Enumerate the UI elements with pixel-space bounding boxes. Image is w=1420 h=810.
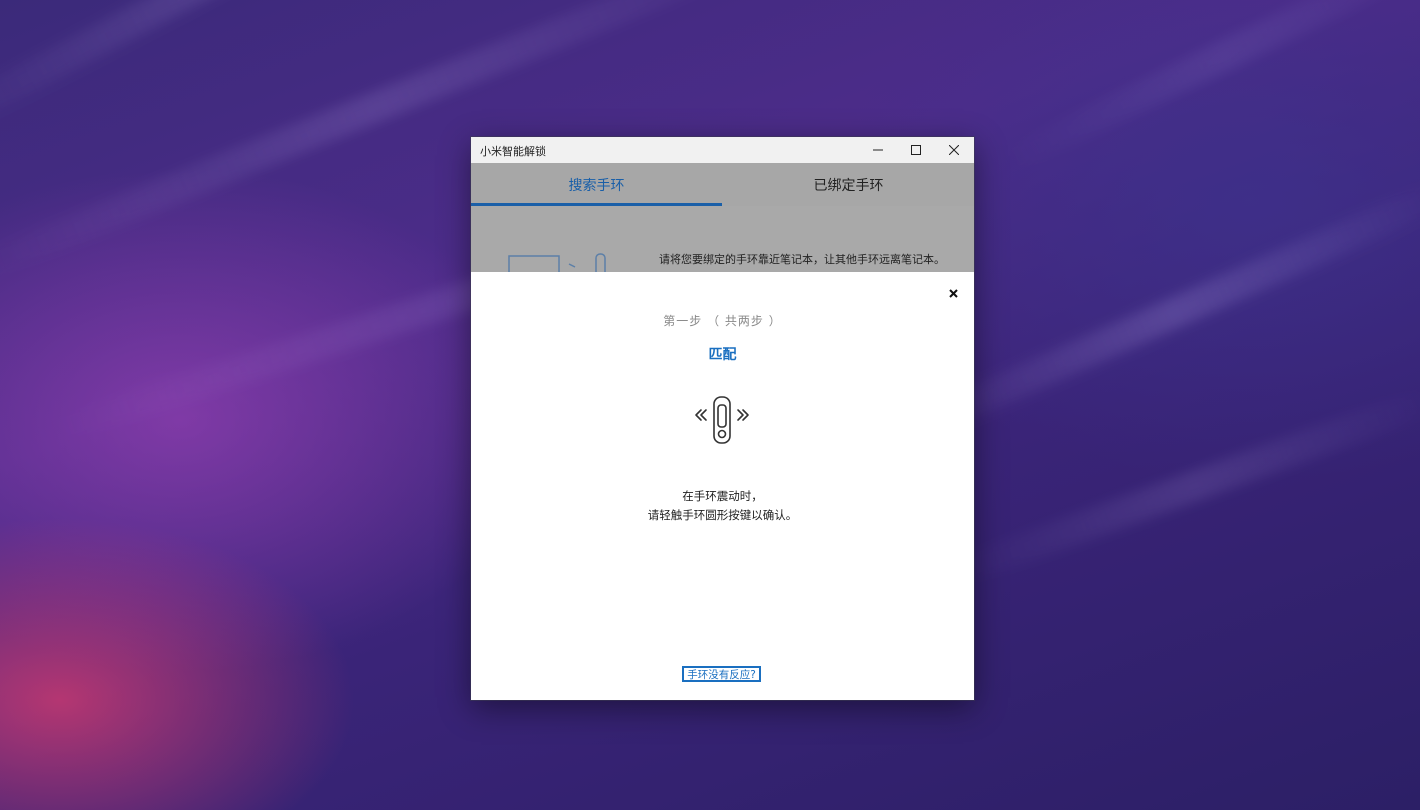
maximize-icon	[911, 145, 921, 155]
background-hint-text: 请将您要绑定的手环靠近笔记本，让其他手环远离笔记本。	[659, 253, 945, 266]
close-icon	[949, 145, 959, 155]
tab-bound-bands[interactable]: 已绑定手环	[723, 163, 974, 206]
instruction-line-2: 请轻触手环圆形按键以确认。	[647, 508, 798, 522]
maximize-button[interactable]	[897, 137, 935, 163]
band-icon	[595, 253, 606, 272]
vibrating-band-icon	[695, 396, 749, 444]
step-indicator: 第一步 （ 共两步 ）	[663, 314, 782, 328]
close-button[interactable]	[935, 137, 973, 163]
dialog-heading: 匹配	[708, 347, 737, 363]
laptop-icon	[508, 255, 560, 272]
dialog-close-icon	[948, 288, 958, 298]
instruction-line-1: 在手环震动时，	[682, 489, 763, 503]
laptop-band-illustration	[508, 253, 606, 272]
tab-bound-bands-label: 已绑定手环	[813, 177, 884, 194]
minimize-icon	[873, 149, 883, 151]
no-response-link[interactable]: 手环没有反应?	[682, 666, 761, 682]
window-title: 小米智能解锁	[480, 145, 546, 158]
app-window: 小米智能解锁 搜索手环 已绑定手环 请将您要绑定的手环靠近笔记本，让其他手环远离…	[471, 137, 974, 700]
title-bar[interactable]: 小米智能解锁	[471, 137, 974, 163]
tab-search-band[interactable]: 搜索手环	[471, 163, 722, 206]
background-panel: 请将您要绑定的手环靠近笔记本，让其他手环远离笔记本。	[471, 206, 974, 272]
minimize-button[interactable]	[859, 137, 897, 163]
pairing-dialog: 第一步 （ 共两步 ） 匹配 在手环震动时， 请轻触手环圆形按键以确认。 手环没…	[471, 272, 974, 700]
dialog-close-button[interactable]	[945, 285, 961, 301]
tab-search-band-label: 搜索手环	[568, 177, 625, 194]
tab-bar: 搜索手环 已绑定手环	[471, 163, 974, 206]
